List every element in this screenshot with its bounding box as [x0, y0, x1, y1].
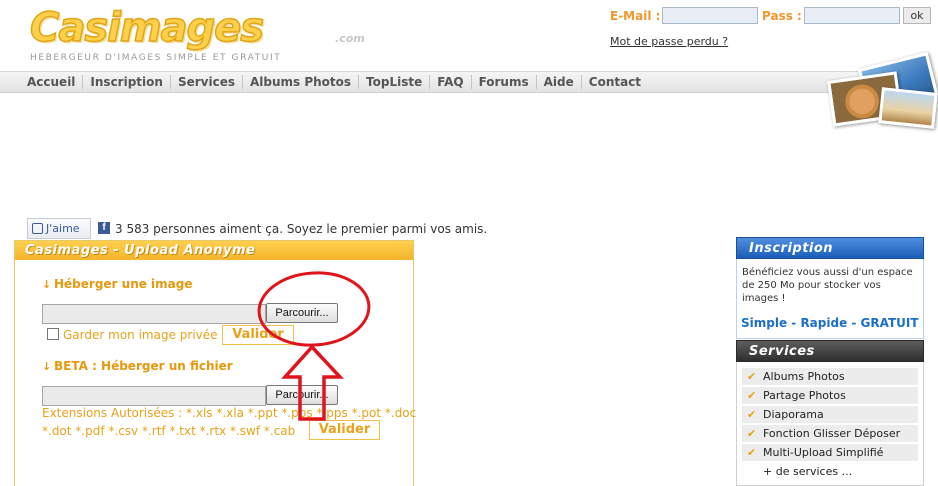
login-ok-button[interactable]: ok	[903, 7, 931, 24]
inscription-text: Bénéficiez vous aussi d'un espace de 250…	[742, 267, 913, 304]
image-browse-button[interactable]: Parcourir...	[266, 303, 338, 323]
service-label: Albums Photos	[763, 370, 845, 383]
service-glisser-deposer[interactable]: ✔ Fonction Glisser Déposer	[742, 425, 918, 442]
nav-forums[interactable]: Forums	[472, 75, 537, 89]
upload-panel-title: Casimages - Upload Anonyme	[15, 241, 413, 260]
site-tagline: HEBERGEUR D'IMAGES SIMPLE ET GRATUIT	[30, 53, 282, 63]
more-services-link[interactable]: + de services ...	[763, 465, 852, 478]
private-image-checkbox[interactable]	[47, 328, 59, 340]
nav-faq[interactable]: FAQ	[430, 75, 472, 89]
nav-contact[interactable]: Contact	[582, 75, 648, 89]
nav-aide[interactable]: Aide	[537, 75, 582, 89]
service-label: Multi-Upload Simplifié	[763, 446, 884, 459]
service-label: Diaporama	[763, 408, 824, 421]
file-section-label: BETA : Héberger un fichier	[54, 359, 233, 373]
check-chevron-icon: ✔	[747, 446, 757, 459]
password-field[interactable]	[804, 7, 900, 24]
private-image-label: Garder mon image privée	[63, 328, 218, 342]
service-multi-upload[interactable]: ✔ Multi-Upload Simplifié	[742, 444, 918, 461]
check-chevron-icon: ✔	[747, 427, 757, 440]
main-nav: Accueil Inscription Services Albums Phot…	[0, 71, 860, 93]
image-section-label: Héberger une image	[54, 277, 193, 291]
logo-suffix: .com	[335, 32, 365, 45]
nav-inscription[interactable]: Inscription	[83, 75, 171, 89]
logo-text: Casimages	[29, 5, 265, 51]
facebook-like-button[interactable]: J'aime	[27, 218, 91, 239]
check-chevron-icon: ✔	[747, 408, 757, 421]
image-section-title: ↓ Héberger une image	[42, 277, 193, 291]
email-label: E-Mail :	[610, 9, 661, 23]
service-label: Fonction Glisser Déposer	[763, 427, 901, 440]
password-label: Pass :	[762, 9, 802, 23]
image-file-field[interactable]	[42, 304, 266, 324]
inscription-box-title: Inscription	[736, 237, 924, 259]
nav-accueil[interactable]: Accueil	[20, 75, 84, 89]
email-field[interactable]	[662, 7, 758, 24]
nav-topliste[interactable]: TopListe	[359, 75, 431, 89]
allowed-extensions-line2: *.dot *.pdf *.csv *.rtf *.txt *.rtx *.sw…	[42, 424, 296, 438]
thumbs-up-icon	[32, 223, 43, 234]
service-label: Partage Photos	[763, 389, 846, 402]
service-diaporama[interactable]: ✔ Diaporama	[742, 406, 918, 423]
check-chevron-icon: ✔	[747, 389, 757, 402]
file-upload-field[interactable]	[42, 386, 266, 406]
decorative-photo-landscape	[878, 87, 938, 129]
casimages-logo[interactable]: Casimages .com	[29, 5, 370, 54]
allowed-extensions-line1: Extensions Autorisées : *.xls *.xla *.pp…	[42, 406, 417, 420]
down-arrow-icon: ↓	[42, 360, 52, 373]
down-arrow-icon: ↓	[42, 278, 52, 291]
service-albums-photos[interactable]: ✔ Albums Photos	[742, 368, 918, 385]
nav-albums-photos[interactable]: Albums Photos	[243, 75, 360, 89]
image-valider-button[interactable]: Valider	[222, 325, 294, 345]
file-valider-button[interactable]: Valider	[309, 420, 380, 440]
file-browse-button[interactable]: Parcourir...	[266, 385, 338, 405]
lost-password-link[interactable]: Mot de passe perdu ?	[610, 35, 728, 48]
services-box-title: Services	[736, 340, 924, 362]
nav-services[interactable]: Services	[171, 75, 243, 89]
check-chevron-icon: ✔	[747, 370, 757, 383]
file-section-title: ↓ BETA : Héberger un fichier	[42, 359, 233, 373]
like-count-text: 3 583 personnes aiment ça. Soyez le prem…	[115, 222, 488, 236]
facebook-icon: f	[98, 222, 110, 234]
service-partage-photos[interactable]: ✔ Partage Photos	[742, 387, 918, 404]
like-label: J'aime	[46, 222, 80, 235]
inscription-tagline[interactable]: Simple - Rapide - GRATUIT	[741, 316, 919, 330]
